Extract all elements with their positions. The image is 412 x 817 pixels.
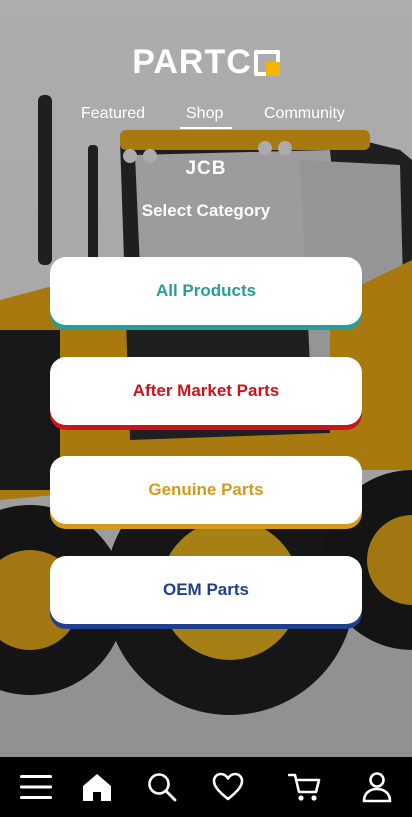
cart-icon[interactable] <box>287 769 323 805</box>
logo-mark-icon <box>253 50 280 76</box>
brand-title: JCB <box>185 158 227 179</box>
oem-parts-button[interactable]: OEM Parts <box>50 556 362 624</box>
home-icon[interactable] <box>79 769 115 805</box>
tab-shop[interactable]: Shop <box>186 103 223 125</box>
all-products-button[interactable]: All Products <box>50 257 362 325</box>
after-market-parts-button[interactable]: After Market Parts <box>50 357 362 425</box>
profile-icon[interactable] <box>359 769 395 805</box>
bottom-navigation-bar <box>0 757 412 817</box>
menu-icon[interactable] <box>18 769 54 805</box>
active-tab-indicator <box>180 127 232 129</box>
partco-logo: PARTC <box>0 42 412 82</box>
search-icon[interactable] <box>144 769 180 805</box>
logo-text: PARTC <box>132 43 252 81</box>
select-category-heading: Select Category <box>141 201 271 220</box>
top-tabs: Featured Shop Community <box>0 103 412 131</box>
heart-icon[interactable] <box>210 769 246 805</box>
genuine-parts-button[interactable]: Genuine Parts <box>50 456 362 524</box>
tab-featured[interactable]: Featured <box>81 103 145 125</box>
tab-community[interactable]: Community <box>264 103 345 125</box>
